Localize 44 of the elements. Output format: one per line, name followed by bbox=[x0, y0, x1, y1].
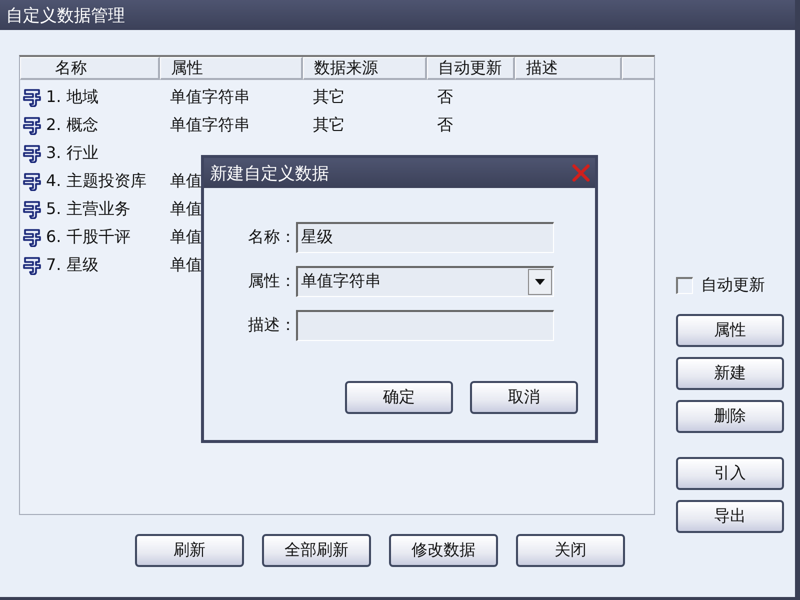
item-name[interactable]: 7. 星级 bbox=[46, 254, 98, 276]
column-header[interactable]: 自动更新 bbox=[427, 57, 515, 80]
item-name[interactable]: 2. 概念 bbox=[46, 114, 98, 136]
column-header[interactable]: 名称 bbox=[20, 57, 160, 80]
item-name[interactable]: 3. 行业 bbox=[46, 142, 98, 164]
side-button[interactable]: 删除 bbox=[676, 400, 784, 433]
field-label: 名称： bbox=[247, 226, 296, 248]
caret-icon[interactable] bbox=[528, 268, 552, 294]
checkbox[interactable] bbox=[676, 277, 693, 294]
item-name[interactable]: 6. 千股千评 bbox=[46, 226, 130, 248]
table-cell: 其它 bbox=[313, 86, 345, 108]
side-button[interactable]: 新建 bbox=[676, 357, 784, 390]
action-button[interactable]: 刷新 bbox=[135, 534, 244, 567]
table-cell: 单值 bbox=[170, 254, 202, 276]
side-button[interactable]: 属性 bbox=[676, 314, 784, 347]
item-name[interactable]: 1. 地域 bbox=[46, 86, 98, 108]
side-button[interactable]: 引入 bbox=[676, 457, 784, 490]
table-cell: 单值字符串 bbox=[170, 114, 250, 136]
checkbox-label: 自动更新 bbox=[701, 275, 765, 296]
select-field[interactable]: 单值字符串 bbox=[296, 266, 554, 296]
dialog-button[interactable]: 取消 bbox=[470, 381, 578, 414]
table-cell: 否 bbox=[437, 114, 453, 136]
column-header[interactable]: 数据来源 bbox=[303, 57, 427, 80]
window-title: 自定义数据管理 bbox=[6, 4, 125, 26]
action-button[interactable]: 全部刷新 bbox=[262, 534, 371, 567]
side-button[interactable]: 导出 bbox=[676, 500, 784, 533]
dialog-button[interactable]: 确定 bbox=[345, 381, 453, 414]
input-field[interactable] bbox=[296, 310, 554, 340]
dialog-title: 新建自定义数据 bbox=[210, 162, 329, 184]
field-label: 描述： bbox=[247, 314, 296, 336]
item-name[interactable]: 4. 主题投资库 bbox=[46, 170, 146, 192]
input-field[interactable]: 星级 bbox=[296, 222, 554, 252]
table-cell: 单值字符串 bbox=[170, 86, 250, 108]
column-header[interactable]: 描述 bbox=[515, 57, 622, 80]
field-label: 属性： bbox=[247, 270, 296, 292]
table-cell: 单值 bbox=[170, 226, 202, 248]
column-header[interactable]: 属性 bbox=[160, 57, 303, 80]
table-cell: 单值 bbox=[170, 198, 202, 220]
table-cell: 否 bbox=[437, 86, 453, 108]
action-button[interactable]: 关闭 bbox=[516, 534, 625, 567]
table-cell: 其它 bbox=[313, 114, 345, 136]
action-button[interactable]: 修改数据 bbox=[389, 534, 498, 567]
item-name[interactable]: 5. 主营业务 bbox=[46, 198, 130, 220]
table-cell: 单值 bbox=[170, 170, 202, 192]
